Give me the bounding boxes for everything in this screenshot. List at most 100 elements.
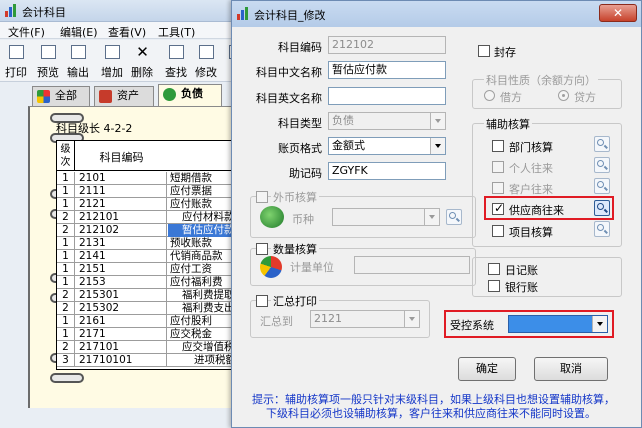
table-row[interactable]: 2 215301 福利费提取 (57, 289, 247, 302)
menu-view[interactable]: 查看(V) (108, 24, 146, 40)
preview-button[interactable]: 预览 (34, 43, 62, 79)
find-icon (169, 45, 184, 59)
foreign-currency-title: 外币核算 (271, 189, 319, 205)
aux-project-checkbox[interactable] (492, 225, 504, 237)
dialog-titlebar[interactable]: 会计科目_修改 ✕ (232, 1, 641, 27)
all-category-icon (37, 90, 50, 103)
chevron-down-icon[interactable] (430, 138, 445, 154)
aux-customer-label: 客户往来 (509, 183, 553, 196)
account-table: 级次 科目编码 1 2101 短期借款 1 2111 应付票据 1 2121 应付账款 2 2121… (56, 140, 247, 370)
table-row[interactable]: 1 2121 应付账款 (57, 198, 247, 211)
menu-edit[interactable]: 编辑(E) (60, 24, 98, 40)
row-code: 21710101 (76, 354, 167, 367)
aux-dept-label: 部门核算 (509, 141, 553, 154)
seal-label: 封存 (494, 46, 516, 59)
chevron-down-icon (404, 311, 419, 327)
modify-account-dialog: 会计科目_修改 ✕ 科目编码 212102 科目中文名称 暂估应付款 科目英文名… (231, 0, 642, 428)
aux-supplier-checkbox[interactable] (492, 201, 504, 215)
type-select-value: 负债 (332, 114, 354, 127)
aux-title: 辅助核算 (484, 116, 532, 132)
controlled-system-select[interactable] (508, 315, 608, 333)
menu-bar: 文件(F) 编辑(E) 查看(V) 工具(T) (0, 22, 247, 40)
quantity-checkbox[interactable] (256, 243, 268, 255)
tab-liabilities[interactable]: 负债 (158, 84, 222, 106)
seal-checkbox[interactable] (478, 45, 490, 57)
bank-journal-label: 银行账 (505, 281, 538, 294)
summary-print-checkbox[interactable] (256, 295, 268, 307)
row-code: 2131 (76, 237, 167, 250)
table-row[interactable]: 1 2141 代销商品款 (57, 250, 247, 263)
row-code: 215301 (76, 289, 167, 302)
unit-label: 计量单位 (290, 261, 334, 274)
row-level: 1 (57, 172, 75, 185)
book-format-select[interactable]: 金额式 (328, 137, 446, 155)
aux-dept-checkbox[interactable] (492, 140, 504, 152)
table-row[interactable]: 1 2131 预收账款 (57, 237, 247, 250)
row-level: 1 (57, 198, 75, 211)
supplier-search-icon[interactable] (594, 200, 610, 216)
dialog-title: 会计科目_修改 (254, 9, 326, 22)
currency-search-icon (446, 209, 462, 225)
account-window-titlebar[interactable]: 会计科目 (0, 0, 247, 22)
find-button[interactable]: 查找 (162, 43, 190, 79)
close-button[interactable]: ✕ (599, 4, 637, 22)
project-search-icon[interactable] (594, 221, 610, 237)
table-row[interactable]: 1 2101 短期借款 (57, 172, 247, 185)
cancel-button[interactable]: 取消 (534, 357, 608, 381)
tab-all[interactable]: 全部 (32, 86, 90, 106)
table-row[interactable]: 1 2153 应付福利费 (57, 276, 247, 289)
code-field: 212102 (328, 36, 446, 54)
table-row[interactable]: 3 21710101 进项税额 (57, 354, 247, 367)
currency-select (332, 208, 440, 226)
delete-button[interactable]: ✕ 删除 (128, 43, 156, 80)
bank-journal-checkbox[interactable] (488, 280, 500, 292)
table-row[interactable]: 2 215302 福利费支出 (57, 302, 247, 315)
preview-icon (41, 45, 56, 59)
cn-name-label: 科目中文名称 (256, 66, 322, 79)
table-row[interactable]: 1 2171 应交税金 (57, 328, 247, 341)
row-code: 2153 (76, 276, 167, 289)
personal-search-icon (594, 157, 610, 173)
debit-label: 借方 (500, 91, 522, 104)
daily-journal-checkbox[interactable] (488, 263, 500, 275)
dept-search-icon[interactable] (594, 136, 610, 152)
tab-assets[interactable]: 资产 (94, 86, 154, 106)
book-format-label: 账页格式 (278, 142, 322, 155)
row-level: 2 (57, 289, 75, 302)
menu-file[interactable]: 文件(F) (8, 24, 45, 40)
table-row[interactable]: 2 212101 应付材料款 (57, 211, 247, 224)
chevron-down-icon[interactable] (592, 316, 607, 332)
table-row[interactable]: 1 2161 应付股利 (57, 315, 247, 328)
en-name-label: 科目英文名称 (256, 92, 322, 105)
delete-x-icon: ✕ (136, 43, 149, 61)
quantity-icon (260, 256, 282, 278)
add-button[interactable]: 增加 (98, 43, 126, 79)
table-header: 级次 科目编码 (57, 141, 247, 171)
row-level: 2 (57, 341, 75, 354)
toolbar: 打印 预览 输出 增加 ✕删除 查找 修改 定 (0, 40, 247, 82)
row-level: 2 (57, 211, 75, 224)
ok-button[interactable]: 确定 (458, 357, 516, 381)
menu-tools[interactable]: 工具(T) (158, 24, 195, 40)
mnemonic-input[interactable]: ZGYFK (328, 162, 446, 180)
table-row[interactable]: 1 2111 应付票据 (57, 185, 247, 198)
binder-ring (50, 373, 84, 383)
close-icon: ✕ (612, 6, 624, 20)
account-window-title: 会计科目 (22, 6, 66, 19)
cn-name-input[interactable]: 暂估应付款 (328, 61, 446, 79)
aux-personal-checkbox (492, 161, 504, 173)
new-document-icon (105, 45, 120, 59)
row-level: 1 (57, 276, 75, 289)
en-name-input[interactable] (328, 87, 446, 105)
table-row[interactable]: 1 2151 应付工资 (57, 263, 247, 276)
row-code: 212101 (76, 211, 167, 224)
table-row[interactable]: 2 212102 暂估应付款 (57, 224, 247, 237)
table-row[interactable]: 2 217101 应交增值税 (57, 341, 247, 354)
foreign-currency-checkbox[interactable] (256, 191, 268, 203)
app-icon (5, 4, 19, 18)
export-button[interactable]: 输出 (64, 43, 92, 79)
print-button[interactable]: 打印 (2, 43, 30, 79)
row-code: 215302 (76, 302, 167, 315)
modify-button[interactable]: 修改 (192, 43, 220, 79)
aux-supplier-label: 供应商往来 (509, 204, 564, 217)
